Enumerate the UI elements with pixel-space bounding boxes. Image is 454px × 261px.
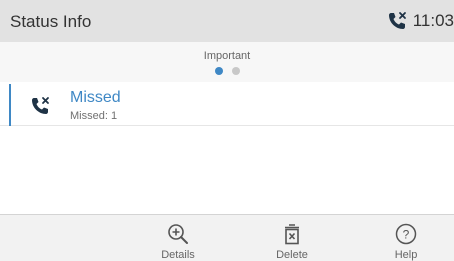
item-title: Missed bbox=[70, 89, 121, 106]
missed-call-icon bbox=[388, 12, 406, 29]
item-subtitle: Missed: 1 bbox=[70, 110, 118, 122]
help-button[interactable]: ? Help bbox=[366, 215, 446, 261]
page-title: Status Info bbox=[10, 12, 92, 31]
softkey-bar: Details Delete ? Help bbox=[0, 214, 454, 261]
delete-button[interactable]: Delete bbox=[252, 215, 332, 261]
missed-call-icon bbox=[32, 97, 49, 114]
status-area: 11:03 bbox=[387, 11, 454, 31]
list-item-missed[interactable]: Missed Missed: 1 bbox=[0, 84, 454, 126]
page-dot[interactable] bbox=[231, 67, 240, 75]
details-button[interactable]: Details bbox=[138, 215, 218, 261]
zoom-in-icon bbox=[168, 224, 188, 244]
help-label: Help bbox=[394, 249, 418, 261]
selection-accent bbox=[9, 84, 11, 126]
svg-text:?: ? bbox=[403, 228, 410, 242]
page-dots bbox=[0, 67, 454, 75]
page-dot-active[interactable] bbox=[214, 67, 223, 75]
clock: 11:03 bbox=[412, 11, 454, 30]
delete-label: Delete bbox=[276, 249, 308, 261]
details-label: Details bbox=[161, 249, 195, 261]
help-icon: ? bbox=[395, 223, 417, 245]
delete-icon bbox=[285, 224, 299, 245]
pager-label: Important bbox=[203, 50, 251, 62]
page-indicator: Important bbox=[0, 42, 454, 82]
list-empty-area bbox=[0, 126, 454, 214]
title-bar: Status Info 11:03 bbox=[0, 0, 454, 42]
